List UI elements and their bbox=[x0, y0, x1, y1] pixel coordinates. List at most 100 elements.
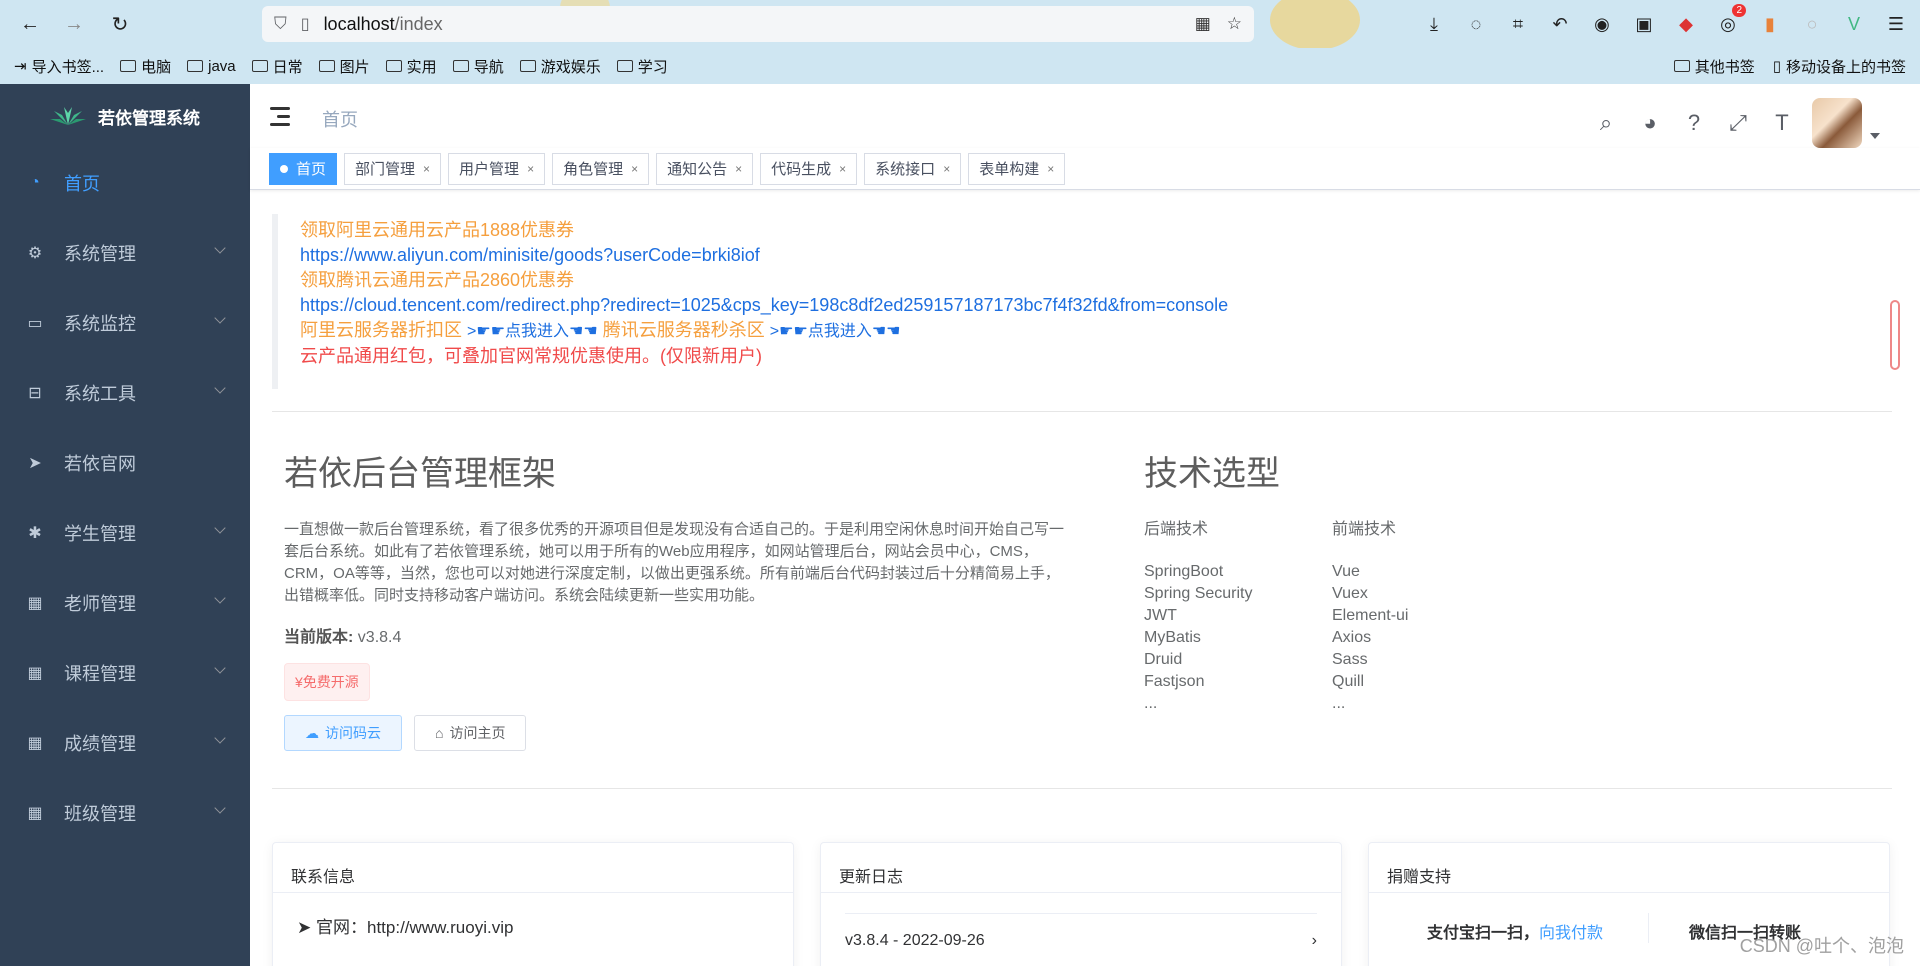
sidebar-item-monitor[interactable]: ▭ 系统监控 bbox=[0, 288, 250, 358]
extensions-bar: ⤓ ◌ ⌗ ↶ ◉ ▣ ◆ ◎ 2 ▮ ○ V ☰ bbox=[1420, 4, 1910, 38]
import-bookmarks[interactable]: ⇥ 导入书签... bbox=[14, 56, 104, 77]
promo-tencent-enter-link[interactable]: >☛☛点我进入☚☚ bbox=[770, 323, 901, 340]
watermark: CSDN @吐个、泡泡 bbox=[1739, 936, 1904, 956]
tag-home[interactable]: 首页 bbox=[269, 152, 338, 185]
back-icon[interactable]: ← bbox=[16, 10, 44, 38]
free-badge: ¥免费开源 bbox=[284, 663, 370, 701]
visit-home-label: 访问主页 bbox=[449, 725, 506, 741]
sidebar-item-home[interactable]: ◔ 首页 bbox=[0, 148, 250, 218]
sidebar-item-teachers[interactable]: ▦ 老师管理 bbox=[0, 568, 250, 638]
tag-user[interactable]: 用户管理 × bbox=[448, 152, 546, 185]
trash-icon[interactable]: ▮ bbox=[1756, 10, 1784, 38]
vue-devtools-icon[interactable]: V bbox=[1840, 10, 1868, 38]
bookmark-folder[interactable]: 学习 bbox=[616, 56, 668, 77]
visit-gitee-button[interactable]: ☁ 访问码云 bbox=[284, 715, 402, 751]
promo-aliyun-zone: 阿里云服务器折扣区 bbox=[300, 320, 462, 340]
help-icon[interactable]: ? bbox=[1680, 109, 1708, 137]
fullscreen-icon[interactable]: ⤢ bbox=[1724, 109, 1752, 137]
tech-item: Axios bbox=[1332, 629, 1372, 646]
close-icon[interactable]: × bbox=[631, 162, 638, 176]
close-icon[interactable]: × bbox=[527, 162, 534, 176]
sidebar-item-tools[interactable]: ⊟ 系统工具 bbox=[0, 358, 250, 428]
menu-icon[interactable]: ☰ bbox=[1882, 10, 1910, 38]
folder-icon bbox=[1673, 60, 1690, 72]
promo-tencent-link[interactable]: https://cloud.tencent.com/redirect.php?r… bbox=[300, 293, 1902, 318]
visit-home-button[interactable]: ⌂ 访问主页 bbox=[414, 715, 527, 751]
close-icon[interactable]: × bbox=[735, 162, 742, 176]
hamburger-icon[interactable] bbox=[270, 106, 292, 126]
close-icon[interactable]: × bbox=[839, 162, 846, 176]
version-value: v3.8.4 bbox=[357, 629, 402, 646]
tag-form[interactable]: 表单构建 × bbox=[968, 152, 1066, 185]
search-icon[interactable]: ⌕ bbox=[1592, 109, 1620, 137]
avatar[interactable] bbox=[1812, 98, 1862, 148]
reload-icon[interactable]: ↻ bbox=[106, 10, 134, 38]
extension-icon[interactable]: ◎ 2 bbox=[1714, 4, 1746, 38]
changelog-card-title: 更新日志 bbox=[821, 843, 1341, 893]
tag-role[interactable]: 角色管理 × bbox=[552, 152, 650, 185]
promo-aliyun-link[interactable]: https://www.aliyun.com/minisite/goods?us… bbox=[300, 243, 1902, 268]
intro-title: 若依后台管理框架 bbox=[284, 455, 556, 493]
close-icon[interactable]: × bbox=[1047, 162, 1054, 176]
tag-api[interactable]: 系统接口 × bbox=[864, 152, 962, 185]
star-icon[interactable]: ☆ bbox=[1227, 14, 1242, 34]
sidebar-item-classes[interactable]: ▦ 班级管理 bbox=[0, 778, 250, 848]
bookmark-folder[interactable]: 实用 bbox=[385, 56, 437, 77]
tech-item: MyBatis bbox=[1144, 629, 1201, 646]
visit-gitee-label: 访问码云 bbox=[325, 725, 381, 741]
extension-icon[interactable]: ▣ bbox=[1630, 10, 1658, 38]
sidebar-item-courses[interactable]: ▦ 课程管理 bbox=[0, 638, 250, 708]
forward-icon[interactable]: → bbox=[60, 10, 88, 38]
tech-item: JWT bbox=[1144, 607, 1177, 624]
frontend-tech-heading: 前端技术 bbox=[1332, 521, 1397, 538]
tag-label: 系统接口 bbox=[875, 161, 936, 178]
sidebar-logo[interactable]: 若依管理系统 bbox=[0, 84, 250, 148]
bookmark-folder[interactable]: 图片 bbox=[318, 56, 370, 77]
contact-site-link[interactable]: http://www.ruoyi.vip bbox=[367, 918, 513, 937]
sidebar-item-system[interactable]: ⚙ 系统管理 bbox=[0, 218, 250, 288]
sidebar-item-label: 系统监控 bbox=[64, 314, 136, 334]
toolbox-icon: ⊟ bbox=[28, 385, 42, 402]
contact-card-title: 联系信息 bbox=[273, 843, 793, 893]
bookmark-folder-label: 学习 bbox=[637, 58, 668, 76]
extension-icon[interactable]: ○ bbox=[1798, 10, 1826, 38]
download-icon[interactable]: ⤓ bbox=[1420, 10, 1448, 38]
page-icon: ▯ bbox=[300, 16, 310, 33]
tag-notice[interactable]: 通知公告 × bbox=[656, 152, 754, 185]
eraser-icon[interactable]: ◆ bbox=[1672, 10, 1700, 38]
tag-codegen[interactable]: 代码生成 × bbox=[760, 152, 858, 185]
font-size-icon[interactable]: T bbox=[1768, 109, 1796, 137]
sidebar-item-students[interactable]: ✱ 学生管理 bbox=[0, 498, 250, 568]
caret-down-icon[interactable] bbox=[1870, 133, 1880, 139]
close-icon[interactable]: × bbox=[423, 162, 430, 176]
extension-icon[interactable]: ◌ bbox=[1462, 10, 1490, 38]
tag-dept[interactable]: 部门管理 × bbox=[344, 152, 442, 185]
mobile-bookmarks[interactable]: ▯ 移动设备上的书签 bbox=[1773, 56, 1906, 77]
changelog-item[interactable]: v3.8.4 - 2022-09-26 › bbox=[845, 913, 1317, 950]
tag-label: 代码生成 bbox=[771, 161, 832, 178]
bookmark-folder[interactable]: 游戏娱乐 bbox=[519, 56, 601, 77]
close-icon[interactable]: × bbox=[943, 162, 950, 176]
github-icon[interactable]: ◕ bbox=[1636, 109, 1664, 137]
bookmark-folder-label: 电脑 bbox=[141, 58, 172, 76]
tag-label: 用户管理 bbox=[459, 161, 520, 178]
promo-block: 领取阿里云通用云产品1888优惠券 https://www.aliyun.com… bbox=[272, 214, 1902, 389]
bookmark-folder[interactable]: 电脑 bbox=[120, 56, 171, 77]
undo-icon[interactable]: ↶ bbox=[1546, 10, 1574, 38]
bookmark-folder[interactable]: java bbox=[187, 58, 236, 75]
alipay-link[interactable]: 向我付款 bbox=[1539, 925, 1603, 942]
crop-icon[interactable]: ⌗ bbox=[1504, 10, 1532, 38]
other-bookmarks[interactable]: 其他书签 bbox=[1673, 56, 1755, 77]
extension-icon[interactable]: ◉ bbox=[1588, 10, 1616, 38]
sidebar-item-website[interactable]: ➤ 若依官网 bbox=[0, 428, 250, 498]
sidebar-item-grades[interactable]: ▦ 成绩管理 bbox=[0, 708, 250, 778]
qr-code-icon[interactable]: ▦ bbox=[1195, 14, 1211, 34]
bookmark-folder[interactable]: 导航 bbox=[452, 56, 504, 77]
promo-aliyun-enter-link[interactable]: >☛☛点我进入☚☚ bbox=[467, 323, 598, 340]
address-bar[interactable]: ⛉ ▯ localhost/index ▦ ☆ bbox=[262, 6, 1254, 42]
logo-icon bbox=[50, 107, 86, 125]
home-icon: ⌂ bbox=[435, 725, 444, 741]
table-icon: ▦ bbox=[27, 595, 43, 612]
bookmark-folder[interactable]: 日常 bbox=[251, 56, 303, 77]
scrollbar[interactable] bbox=[1890, 300, 1900, 370]
